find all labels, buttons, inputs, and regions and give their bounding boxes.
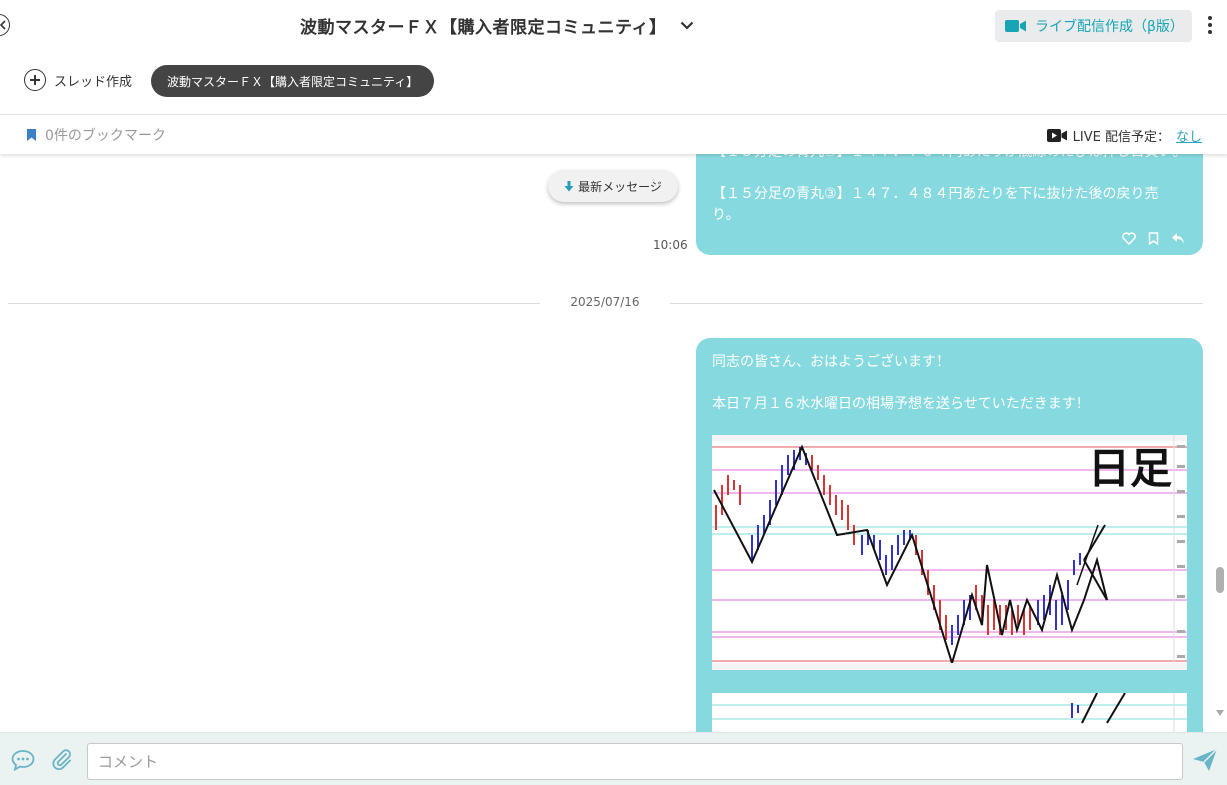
create-thread-button[interactable]: スレッド作成 (24, 69, 132, 91)
message-composer (0, 732, 1227, 785)
message-line (712, 163, 1187, 184)
video-camera-icon (1005, 20, 1026, 32)
message-list[interactable]: 最新メッセージ 【１５分足の青丸②】１４７．７６４円あたりが底線のたびは押し目買… (0, 154, 1213, 732)
heart-icon[interactable] (1122, 232, 1136, 245)
live-stream-create-button[interactable]: ライブ配信作成（β版） (995, 10, 1192, 42)
message-line: 本日７月１６水水曜日の相場予想を送らせていただきます！ (712, 396, 1090, 412)
live-schedule: LIVE 配信予定： なし (1046, 126, 1202, 145)
attached-chart-image[interactable]: 日足 (712, 435, 1187, 670)
reply-icon[interactable] (1171, 232, 1185, 245)
live-schedule-link[interactable]: なし (1176, 126, 1202, 145)
plus-circle-icon (24, 69, 46, 91)
live-stream-create-label: ライブ配信作成（β版） (1035, 19, 1184, 35)
chevron-down-icon (681, 21, 694, 30)
thread-bar: スレッド作成 波動マスターＦＸ【購入者限定コミュニティ】 (0, 52, 1227, 114)
kebab-menu-icon[interactable] (1206, 16, 1214, 36)
bookmark-count-label: 0件のブックマーク (45, 128, 166, 144)
date-label: 2025/07/16 (570, 295, 640, 309)
date-separator: 2025/07/16 (8, 294, 1203, 312)
bookmark-icon[interactable] (1148, 232, 1159, 245)
message-actions (1122, 232, 1185, 245)
thread-tab-active[interactable]: 波動マスターＦＸ【購入者限定コミュニティ】 (151, 65, 435, 97)
jump-to-latest-label: 最新メッセージ (578, 179, 662, 194)
message-line: 同志の皆さん、おはようございます！ (712, 354, 950, 370)
app-root: 波動マスターＦＸ【購入者限定コミュニティ】 ライブ配信作成（β版） スレッド作成… (0, 0, 1227, 785)
message-line: り。 (712, 207, 740, 223)
back-button[interactable] (0, 14, 10, 36)
bookmark-bar: 0件のブックマーク LIVE 配信予定： なし (0, 114, 1227, 154)
scroll-down-arrow-icon[interactable] (1216, 710, 1224, 716)
divider (8, 303, 540, 304)
paperclip-icon[interactable] (51, 749, 73, 771)
bookmark-count-button[interactable]: 0件のブックマーク (26, 125, 166, 145)
message-bubble: 同志の皆さん、おはようございます！ 本日７月１６水水曜日の相場予想を送らせていた… (696, 338, 1203, 732)
jump-to-latest-button[interactable]: 最新メッセージ (548, 170, 678, 202)
arrow-down-icon (564, 180, 574, 191)
attached-chart-image[interactable] (712, 692, 1187, 732)
page-title: 波動マスターＦＸ【購入者限定コミュニティ】 (300, 17, 667, 38)
live-schedule-label: LIVE 配信予定： (1072, 130, 1170, 145)
comment-input[interactable] (87, 743, 1183, 780)
chat-bubble-icon[interactable] (11, 749, 35, 771)
video-camera-icon (1046, 129, 1067, 142)
divider (670, 303, 1203, 304)
message-timestamp: 10:06 (653, 238, 688, 252)
message-line: 【１５分足の青丸③】１４７．４８４円あたりを下に抜けた後の戻り売 (712, 186, 1159, 202)
scrollbar-thumb[interactable] (1216, 567, 1224, 593)
top-bar: 波動マスターＦＸ【購入者限定コミュニティ】 ライブ配信作成（β版） (0, 0, 1227, 52)
bookmark-icon (27, 129, 36, 141)
create-thread-label: スレッド作成 (54, 74, 133, 90)
message-bubble: 【１５分足の青丸②】１４７．７６４円あたりが底線のたびは押し目買い。 【１５分足… (696, 154, 1203, 255)
send-icon[interactable] (1192, 748, 1218, 772)
back-icon (0, 20, 6, 30)
chart-label: 日足 (1088, 444, 1173, 493)
scrollbar[interactable] (1213, 154, 1227, 732)
community-title-dropdown[interactable]: 波動マスターＦＸ【購入者限定コミュニティ】 (300, 12, 694, 38)
message-line: 【１５分足の青丸②】１４７．７６４円あたりが底線のたびは押し目買い。 (712, 154, 1187, 163)
